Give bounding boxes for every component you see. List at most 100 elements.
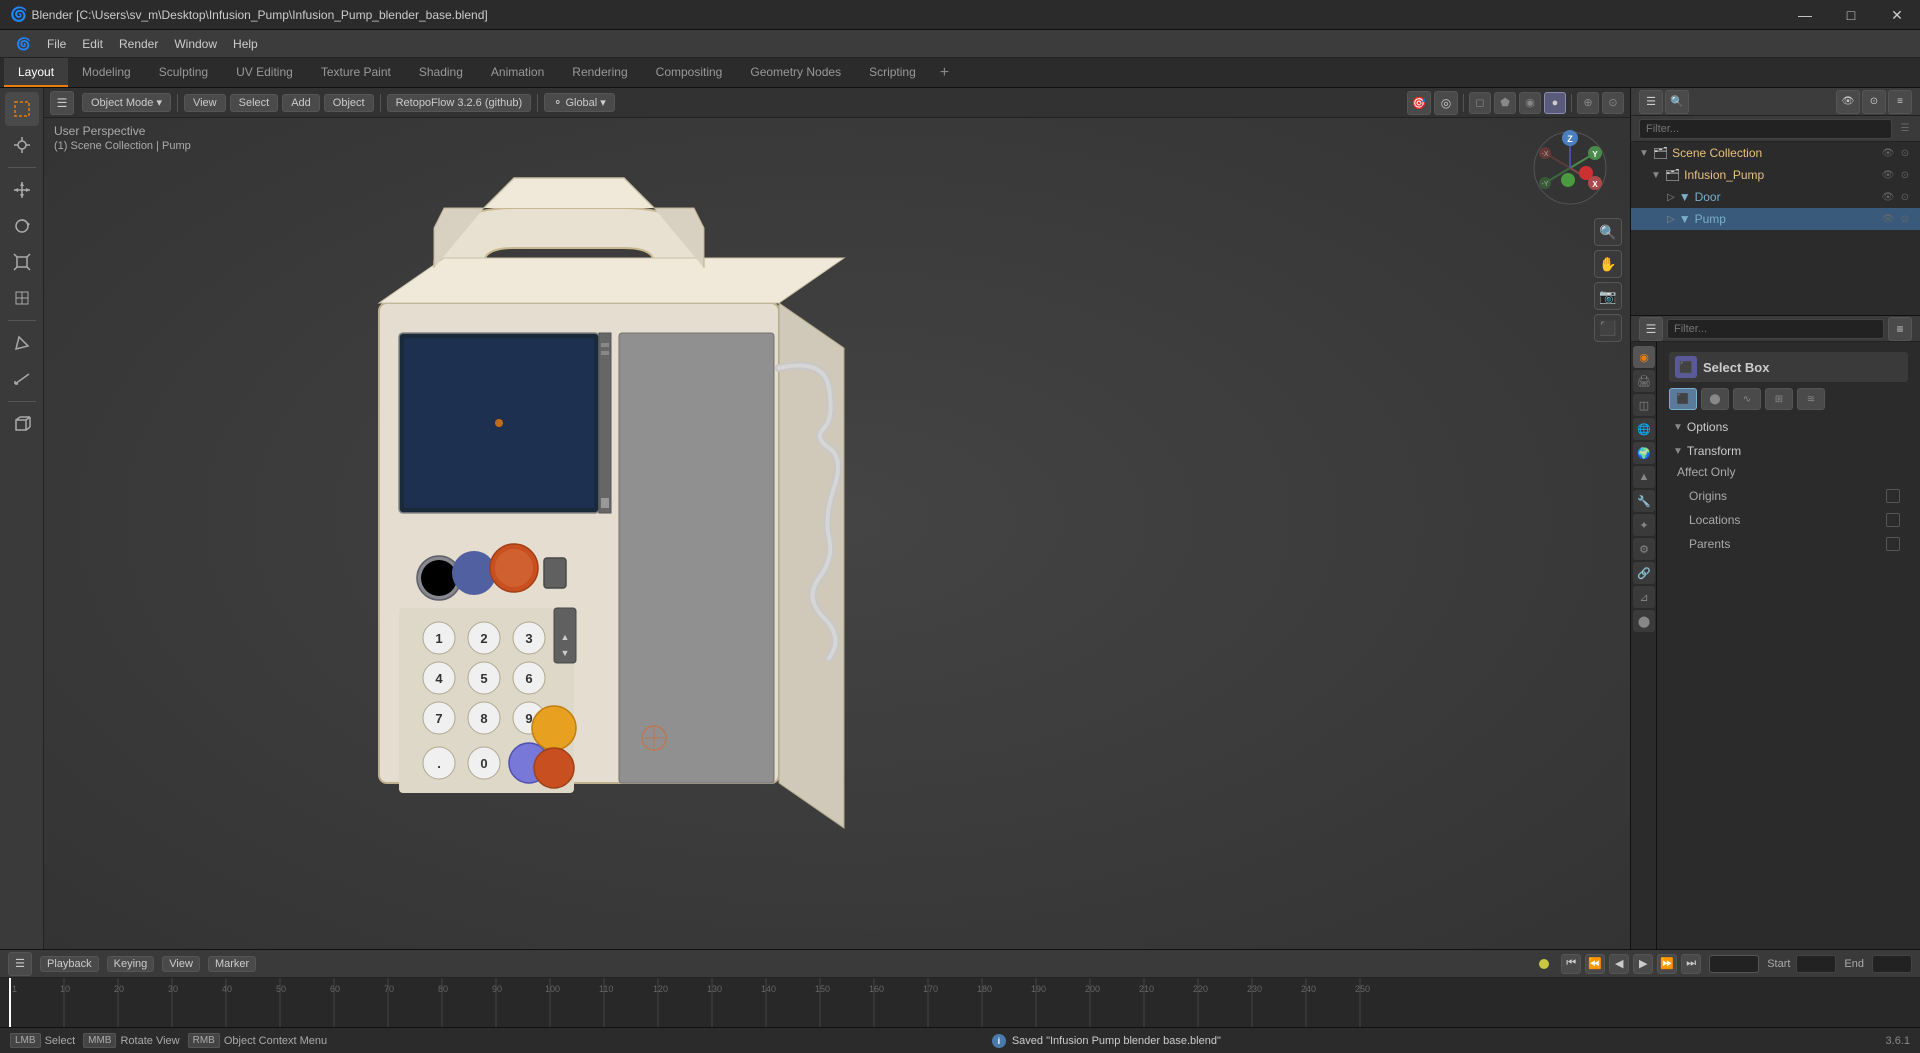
preset-select-circle[interactable]: ⬤ bbox=[1701, 388, 1729, 410]
timeline-ruler[interactable]: 1 10 20 30 40 50 60 bbox=[0, 978, 1920, 1027]
vis-icon[interactable]: 👁 bbox=[1881, 146, 1895, 160]
tab-animation[interactable]: Animation bbox=[477, 58, 558, 87]
outliner-item-scene-collection[interactable]: ▼ 🗂 Scene Collection 👁 ⊙ bbox=[1631, 142, 1920, 164]
tab-modeling[interactable]: Modeling bbox=[68, 58, 145, 87]
tab-compositing[interactable]: Compositing bbox=[642, 58, 737, 87]
outliner-filter[interactable]: 🔍 bbox=[1665, 90, 1689, 114]
prop-tab-render[interactable]: ◉ bbox=[1633, 346, 1655, 368]
add-menu[interactable]: Add bbox=[282, 94, 320, 112]
properties-menu-icon[interactable]: ☰ bbox=[1639, 317, 1663, 341]
tool-move[interactable] bbox=[5, 173, 39, 207]
tool-rotate[interactable] bbox=[5, 209, 39, 243]
tab-sculpting[interactable]: Sculpting bbox=[145, 58, 222, 87]
preset-select-5[interactable]: ≋ bbox=[1797, 388, 1825, 410]
menu-help[interactable]: Help bbox=[225, 35, 266, 53]
prop-tab-physics[interactable]: ⚙ bbox=[1633, 538, 1655, 560]
view-menu[interactable]: View bbox=[184, 94, 226, 112]
tab-layout[interactable]: Layout bbox=[4, 58, 68, 87]
shade-solid[interactable]: ⬟ bbox=[1494, 92, 1516, 114]
frame-start-btn[interactable]: ⏮ bbox=[1561, 954, 1581, 974]
shade-wireframe[interactable]: ◻ bbox=[1469, 92, 1491, 114]
pan-btn[interactable]: ✋ bbox=[1594, 250, 1622, 278]
vis-icon-4[interactable]: 👁 bbox=[1881, 212, 1895, 226]
tab-texture-paint[interactable]: Texture Paint bbox=[307, 58, 405, 87]
transform-header[interactable]: ▼ Transform bbox=[1669, 442, 1908, 460]
shade-material[interactable]: ◉ bbox=[1519, 92, 1541, 114]
options-header[interactable]: ▼ Options bbox=[1669, 418, 1908, 436]
expand-arrow[interactable]: ▼ bbox=[1639, 148, 1649, 159]
tab-rendering[interactable]: Rendering bbox=[558, 58, 641, 87]
tab-geometry-nodes[interactable]: Geometry Nodes bbox=[736, 58, 855, 87]
outliner-filter2[interactable]: ≡ bbox=[1888, 90, 1912, 114]
vp-menu-icon[interactable]: ☰ bbox=[50, 91, 74, 115]
prop-tab-material[interactable]: ⬤ bbox=[1633, 610, 1655, 632]
prop-tab-scene[interactable]: 🌐 bbox=[1633, 418, 1655, 440]
tool-annotate[interactable] bbox=[5, 326, 39, 360]
prop-tab-view-layer[interactable]: ◫ bbox=[1633, 394, 1655, 416]
preset-select-box[interactable]: ⬛ bbox=[1669, 388, 1697, 410]
prev-keyframe-btn[interactable]: ⏪ bbox=[1585, 954, 1605, 974]
marker-menu[interactable]: Marker bbox=[208, 956, 256, 972]
outliner-icon[interactable]: ☰ bbox=[1639, 90, 1663, 114]
proportional-edit[interactable]: ⊙ bbox=[1602, 92, 1624, 114]
next-keyframe-btn[interactable]: ⏩ bbox=[1657, 954, 1677, 974]
playback-menu[interactable]: Playback bbox=[40, 956, 99, 972]
properties-filter[interactable]: ≡ bbox=[1888, 317, 1912, 341]
tab-shading[interactable]: Shading bbox=[405, 58, 477, 87]
tool-measure[interactable] bbox=[5, 362, 39, 396]
sel-icon-4[interactable]: ⊙ bbox=[1898, 212, 1912, 226]
prop-tab-modifiers[interactable]: 🔧 bbox=[1633, 490, 1655, 512]
shade-rendered[interactable]: ● bbox=[1544, 92, 1566, 114]
outliner-item-infusion-pump[interactable]: ▼ 🗂 Infusion_Pump 👁 ⊙ bbox=[1631, 164, 1920, 186]
current-frame-input[interactable]: 1 bbox=[1709, 955, 1759, 973]
frame-end-btn[interactable]: ⏭ bbox=[1681, 954, 1701, 974]
maximize-button[interactable]: □ bbox=[1828, 0, 1874, 30]
sel-icon-2[interactable]: ⊙ bbox=[1898, 168, 1912, 182]
outliner-item-door[interactable]: ▷ ▼ Door 👁 ⊙ bbox=[1631, 186, 1920, 208]
outliner-vis[interactable]: 👁 bbox=[1836, 90, 1860, 114]
object-mode-dropdown[interactable]: Object Mode ▾ bbox=[82, 93, 171, 112]
parents-checkbox[interactable] bbox=[1886, 537, 1900, 551]
end-frame-input[interactable]: 250 bbox=[1872, 955, 1912, 973]
tab-add[interactable]: + bbox=[930, 58, 959, 87]
menu-edit[interactable]: Edit bbox=[74, 35, 111, 53]
outliner-item-pump[interactable]: ▷ ▼ Pump 👁 ⊙ bbox=[1631, 208, 1920, 230]
keying-menu[interactable]: Keying bbox=[107, 956, 155, 972]
tab-uv-editing[interactable]: UV Editing bbox=[222, 58, 307, 87]
expand-arrow-4[interactable]: ▷ bbox=[1667, 214, 1675, 225]
tool-select[interactable] bbox=[5, 92, 39, 126]
vis-icon-2[interactable]: 👁 bbox=[1881, 168, 1895, 182]
preset-select-4[interactable]: ⊞ bbox=[1765, 388, 1793, 410]
prop-tab-data[interactable]: ⊿ bbox=[1633, 586, 1655, 608]
camera-btn[interactable]: 📷 bbox=[1594, 282, 1622, 310]
ortho-btn[interactable]: ⬛ bbox=[1594, 314, 1622, 342]
properties-search-input[interactable] bbox=[1667, 319, 1884, 339]
menu-file[interactable]: File bbox=[39, 35, 74, 53]
sel-icon[interactable]: ⊙ bbox=[1898, 146, 1912, 160]
origins-checkbox[interactable] bbox=[1886, 489, 1900, 503]
gizmo-toggle[interactable]: 🎯 bbox=[1407, 91, 1431, 115]
tab-scripting[interactable]: Scripting bbox=[855, 58, 930, 87]
close-button[interactable]: ✕ bbox=[1874, 0, 1920, 30]
menu-blender[interactable]: 🌀 bbox=[8, 35, 39, 53]
expand-arrow-2[interactable]: ▼ bbox=[1651, 170, 1661, 181]
menu-render[interactable]: Render bbox=[111, 35, 166, 53]
vis-icon-3[interactable]: 👁 bbox=[1881, 190, 1895, 204]
menu-window[interactable]: Window bbox=[166, 35, 225, 53]
play-back-btn[interactable]: ◀ bbox=[1609, 954, 1629, 974]
tool-transform[interactable] bbox=[5, 281, 39, 315]
object-menu[interactable]: Object bbox=[324, 94, 374, 112]
navigation-gizmo[interactable]: Z Y X -Y -X bbox=[1530, 128, 1610, 208]
transform-global[interactable]: ⚬ Global ▾ bbox=[544, 93, 615, 112]
plugin-menu[interactable]: RetopoFlow 3.2.6 (github) bbox=[387, 94, 532, 112]
expand-arrow-3[interactable]: ▷ bbox=[1667, 192, 1675, 203]
prop-tab-output[interactable]: 🖨 bbox=[1633, 370, 1655, 392]
tool-add-cube[interactable] bbox=[5, 407, 39, 441]
play-btn[interactable]: ▶ bbox=[1633, 954, 1653, 974]
prop-tab-world[interactable]: 🌍 bbox=[1633, 442, 1655, 464]
outliner-sel[interactable]: ⊙ bbox=[1862, 90, 1886, 114]
tool-scale[interactable] bbox=[5, 245, 39, 279]
tool-cursor[interactable] bbox=[5, 128, 39, 162]
prop-tab-particles[interactable]: ✦ bbox=[1633, 514, 1655, 536]
minimize-button[interactable]: — bbox=[1782, 0, 1828, 30]
